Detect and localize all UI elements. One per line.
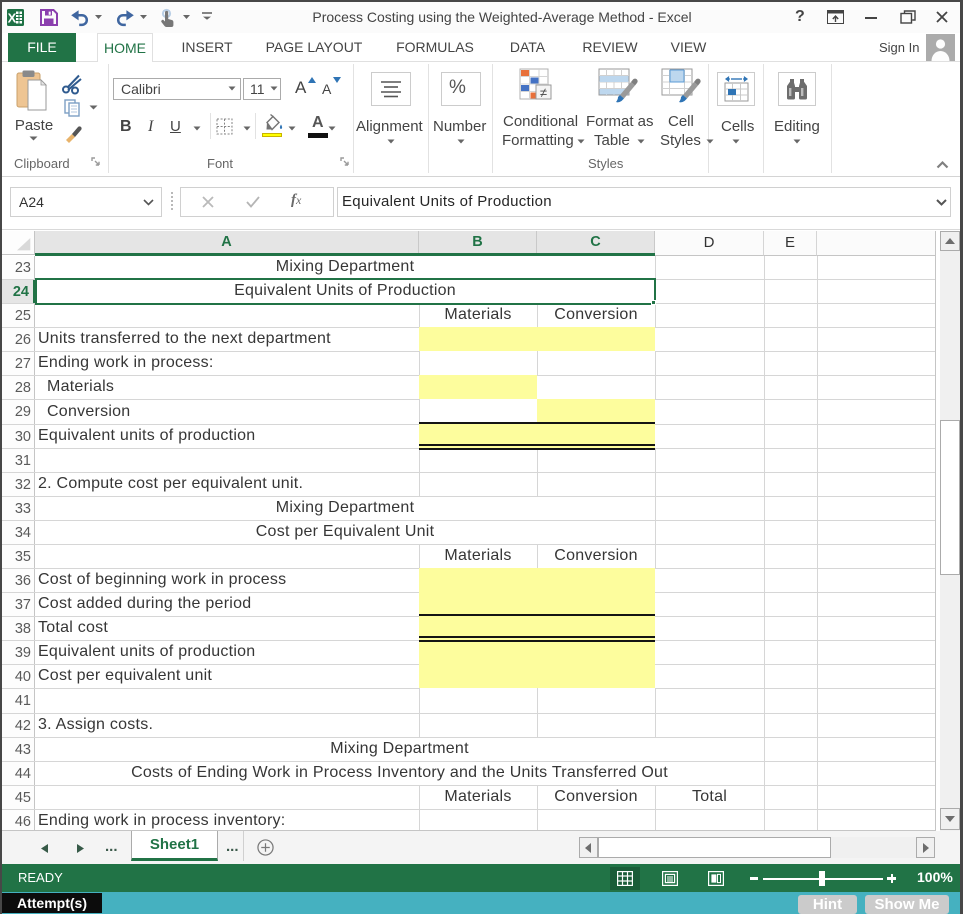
svg-text:≠: ≠ [540,85,547,100]
